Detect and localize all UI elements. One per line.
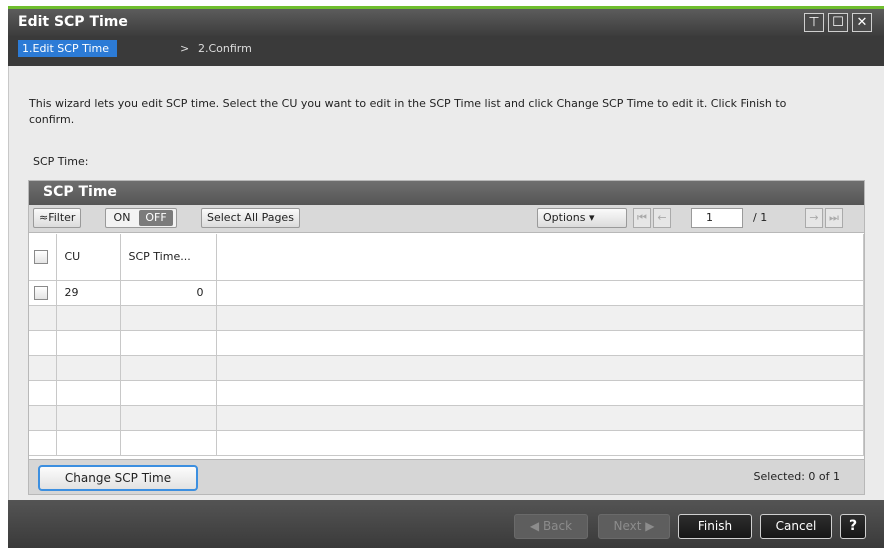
selection-count: Selected: 0 of 1 [753,470,840,483]
first-page-icon[interactable]: ⏮ [633,208,651,228]
cancel-button[interactable]: Cancel [760,514,832,539]
back-button[interactable]: ◀ Back [514,514,588,539]
empty-row [29,380,864,406]
row-checkbox[interactable] [34,285,48,300]
step-confirm: 2.Confirm [198,42,252,55]
panel-footer: Change SCP Time Selected: 0 of 1 [29,459,864,494]
filter-off-option[interactable]: OFF [139,210,173,226]
page-total: / 1 [753,211,768,224]
panel-title: SCP Time [29,181,864,205]
cell-cu: 29 [56,280,121,306]
next-page-icon[interactable]: → [805,208,823,228]
wizard-description: This wizard lets you edit SCP time. Sele… [29,97,787,126]
column-header-filler [216,234,864,281]
table-header-row: CU SCP Time... [29,234,864,281]
previous-page-icon[interactable]: ← [653,208,671,228]
scp-time-table: CU SCP Time... 29 0 [29,234,864,456]
change-scp-time-button[interactable]: Change SCP Time [38,465,198,491]
select-all-checkbox-cell[interactable] [29,234,57,281]
dialog-footer: ◀ Back Next ▶ Finish Cancel ? [8,500,884,548]
scp-time-panel: SCP Time ≈Filter ON OFF Select All Pages… [28,180,865,495]
scp-time-label: SCP Time: [33,155,89,168]
select-all-checkbox[interactable] [34,249,48,264]
step-edit-scp-time[interactable]: 1.Edit SCP Time [18,40,118,57]
row-checkbox-cell[interactable] [29,280,57,306]
pin-icon[interactable]: ⊤ [804,13,824,32]
filter-button[interactable]: ≈Filter [33,208,82,228]
edit-scp-time-dialog: Edit SCP Time ⊤ ☐ ✕ 1.Edit SCP Time > 2.… [0,0,884,548]
column-header-scp-time[interactable]: SCP Time... [120,234,217,281]
options-button[interactable]: Options ▾ [537,208,627,228]
dialog-title: Edit SCP Time [18,14,128,30]
next-button[interactable]: Next ▶ [598,514,670,539]
wizard-steps: 1.Edit SCP Time > 2.Confirm [8,36,884,66]
empty-row [29,330,864,356]
filter-on-option[interactable]: ON [106,209,138,227]
help-icon[interactable]: ? [840,514,866,539]
table-row[interactable]: 29 0 [29,280,864,306]
table-toolbar: ≈Filter ON OFF Select All Pages Options … [29,205,864,233]
empty-row [29,430,864,456]
finish-button[interactable]: Finish [678,514,752,539]
step-separator: > [180,42,190,55]
close-icon[interactable]: ✕ [852,13,872,32]
cell-filler [216,280,864,306]
last-page-icon[interactable]: ⏭ [825,208,843,228]
title-bar: Edit SCP Time ⊤ ☐ ✕ [8,9,884,36]
column-header-cu[interactable]: CU [56,234,121,281]
empty-row [29,305,864,331]
empty-row [29,405,864,431]
maximize-icon[interactable]: ☐ [828,13,848,32]
page-number-input[interactable]: 1 [691,208,743,228]
cell-scp-time: 0 [120,280,217,306]
filter-toggle[interactable]: ON OFF [105,208,177,228]
select-all-pages-button[interactable]: Select All Pages [201,208,300,228]
empty-row [29,355,864,381]
